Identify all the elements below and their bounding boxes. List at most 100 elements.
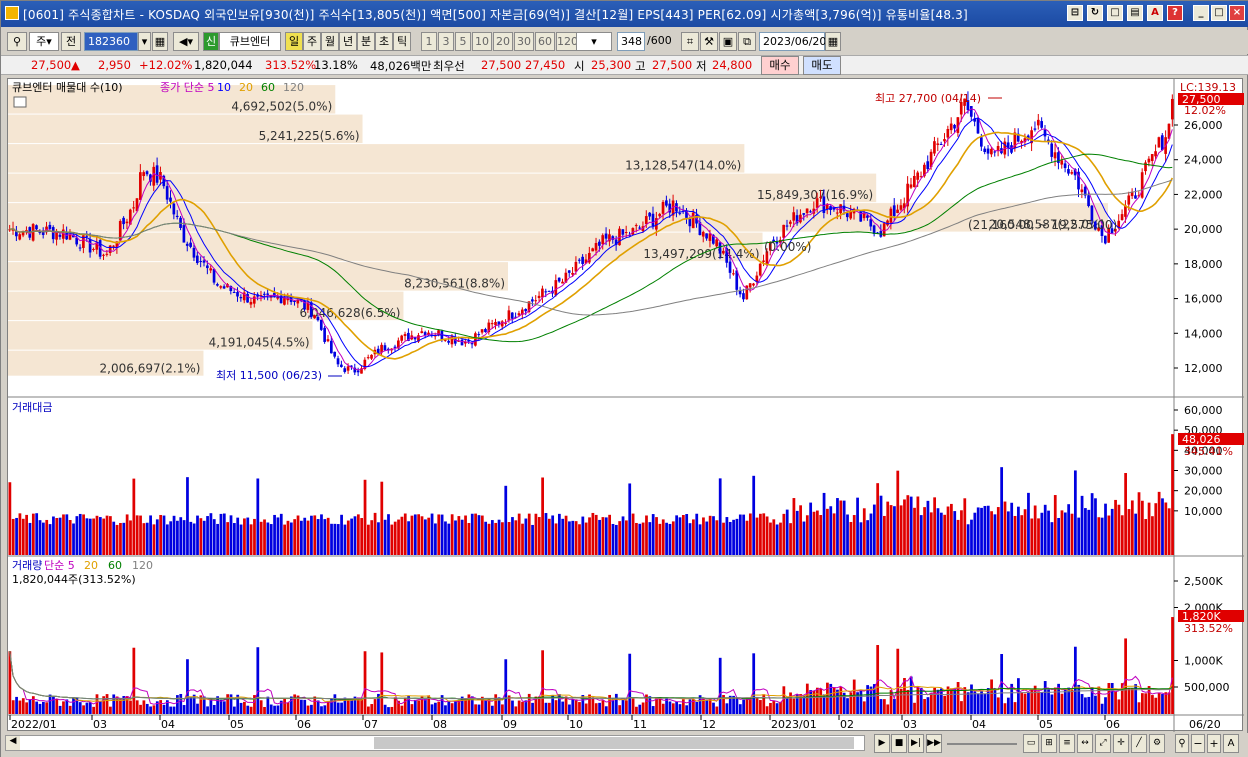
window-icon[interactable]: □ <box>1107 5 1123 21</box>
play-icon[interactable]: ▶ <box>874 734 890 753</box>
code-dropdown-icon[interactable]: ▾ <box>138 32 151 51</box>
volume-bar <box>1084 697 1087 714</box>
code-search-icon[interactable]: ⚲ <box>7 32 27 51</box>
volume-bar <box>695 701 699 714</box>
period-0[interactable]: 일 <box>285 32 303 51</box>
tool-icon[interactable]: ⚒ <box>700 32 718 51</box>
prev-button[interactable]: 전 <box>61 32 81 51</box>
price-legend-item[interactable]: 종가 단순 5 <box>160 81 214 94</box>
save-icon[interactable]: ▣ <box>719 32 737 51</box>
new-button[interactable]: 신 <box>203 32 219 51</box>
zoom-in-icon[interactable]: + <box>1207 734 1221 753</box>
amount-bar <box>1003 501 1007 555</box>
auto-scale-icon[interactable]: A <box>1223 734 1239 753</box>
interval-1[interactable]: 1 <box>421 32 437 51</box>
amount-bar <box>1114 499 1117 555</box>
amount-bar <box>1154 503 1158 555</box>
amount-bar <box>1151 516 1154 555</box>
chart-area[interactable]: 2,006,697(2.1%) 4,191,045(4.5%) 6,046,628(… <box>7 78 1244 732</box>
settings-icon[interactable]: ⚙ <box>1149 734 1165 753</box>
close-button[interactable]: × <box>1229 5 1245 21</box>
minimize-button[interactable]: _ <box>1193 5 1209 21</box>
interval-120[interactable]: 120 <box>556 32 578 51</box>
amount-bar <box>524 518 528 555</box>
grid-toggle-icon[interactable] <box>13 96 27 108</box>
calendar-icon[interactable]: ▦ <box>825 32 841 51</box>
sound-icon[interactable]: ◀▾ <box>173 32 199 51</box>
volume-bar <box>303 699 307 714</box>
move-icon[interactable]: ↔ <box>1077 734 1093 753</box>
help-icon[interactable]: ? <box>1167 5 1183 21</box>
interval-3[interactable]: 3 <box>438 32 454 51</box>
stop-icon[interactable]: ■ <box>891 734 907 753</box>
export-icon[interactable]: ⧉ <box>738 32 756 51</box>
volume-bar <box>490 705 494 714</box>
print-icon[interactable]: ▤ <box>1127 5 1143 21</box>
interval-30[interactable]: 30 <box>514 32 534 51</box>
period-4[interactable]: 분 <box>357 32 375 51</box>
chart-svg[interactable]: 2,006,697(2.1%)4,191,045(4.5%)6,046,628(… <box>8 79 1244 732</box>
interval-5[interactable]: 5 <box>455 32 471 51</box>
sell-button[interactable]: 매도 <box>803 56 841 75</box>
zoom-box-icon[interactable]: ▭ <box>1023 734 1039 753</box>
zoom-out-icon[interactable]: − <box>1191 734 1205 753</box>
grid-icon[interactable]: ⊞ <box>1041 734 1057 753</box>
price-legend-item[interactable]: 20 <box>239 81 253 94</box>
price-legend-item[interactable]: 10 <box>217 81 231 94</box>
amount-bar <box>105 515 109 555</box>
amount-bar <box>765 516 769 555</box>
period-6[interactable]: 틱 <box>393 32 411 51</box>
zoom-search-icon[interactable]: ⚲ <box>1175 734 1189 753</box>
amount-bar <box>380 481 384 555</box>
interval-60[interactable]: 60 <box>535 32 555 51</box>
volume-legend-item[interactable]: 거래량 <box>12 559 42 572</box>
date-input[interactable]: 2023/06/20 <box>759 32 826 51</box>
volume-bar <box>765 706 769 714</box>
volume-bar <box>306 705 310 714</box>
volume-legend-item[interactable]: 단순 5 <box>44 559 75 572</box>
volume-legend-item[interactable]: 60 <box>108 559 122 572</box>
interval-20[interactable]: 20 <box>493 32 513 51</box>
type-select[interactable]: 주▾ <box>29 32 59 51</box>
price-legend-item[interactable]: 60 <box>261 81 275 94</box>
chart-type-icon[interactable]: ⌗ <box>681 32 699 51</box>
amount-bar <box>913 507 916 555</box>
crosshair-icon[interactable]: ✛ <box>1113 734 1129 753</box>
step-icon[interactable]: ▶| <box>908 734 924 753</box>
buy-button[interactable]: 매수 <box>761 56 799 75</box>
code-lookup-icon[interactable]: ▦ <box>152 32 168 51</box>
alert-icon[interactable]: A <box>1147 5 1163 21</box>
scroll-thumb[interactable] <box>374 737 854 749</box>
volume-bar <box>966 692 970 714</box>
amount-bar <box>162 515 166 555</box>
price-legend-item[interactable]: 큐브엔터 매물대 수(10) <box>12 81 123 94</box>
volume-bar <box>638 704 642 714</box>
volume-legend-item[interactable]: 120 <box>132 559 153 572</box>
scroll-left-icon[interactable]: ◀ <box>6 736 20 750</box>
fast-forward-icon[interactable]: ▶▶ <box>926 734 942 753</box>
candle-body <box>809 211 812 213</box>
price-legend-item[interactable]: 120 <box>283 81 304 94</box>
interval-10[interactable]: 10 <box>472 32 492 51</box>
count-input[interactable]: 348 <box>617 32 645 51</box>
volume-legend-item[interactable]: 20 <box>84 559 98 572</box>
speed-slider[interactable] <box>947 743 1017 745</box>
line-icon[interactable]: ╱ <box>1131 734 1147 753</box>
chart-scrollbar[interactable]: ◀ <box>5 735 865 751</box>
amount-bar <box>139 515 142 555</box>
period-5[interactable]: 초 <box>375 32 393 51</box>
amount-bar <box>708 515 712 555</box>
volume-bar <box>1154 697 1158 714</box>
interval-dropdown[interactable]: ▾ <box>576 32 612 51</box>
period-3[interactable]: 년 <box>339 32 357 51</box>
refresh-icon[interactable]: ↻ <box>1087 5 1103 21</box>
fit-icon[interactable]: ⤢ <box>1095 734 1111 753</box>
code-input[interactable]: 182360 <box>84 32 138 51</box>
volume-bar <box>671 703 675 714</box>
maximize-button[interactable]: □ <box>1211 5 1227 21</box>
period-1[interactable]: 주 <box>303 32 321 51</box>
link-icon[interactable]: ⊟ <box>1067 5 1083 21</box>
period-2[interactable]: 월 <box>321 32 339 51</box>
amount-bar <box>1006 511 1010 555</box>
table-icon[interactable]: ≡ <box>1059 734 1075 753</box>
